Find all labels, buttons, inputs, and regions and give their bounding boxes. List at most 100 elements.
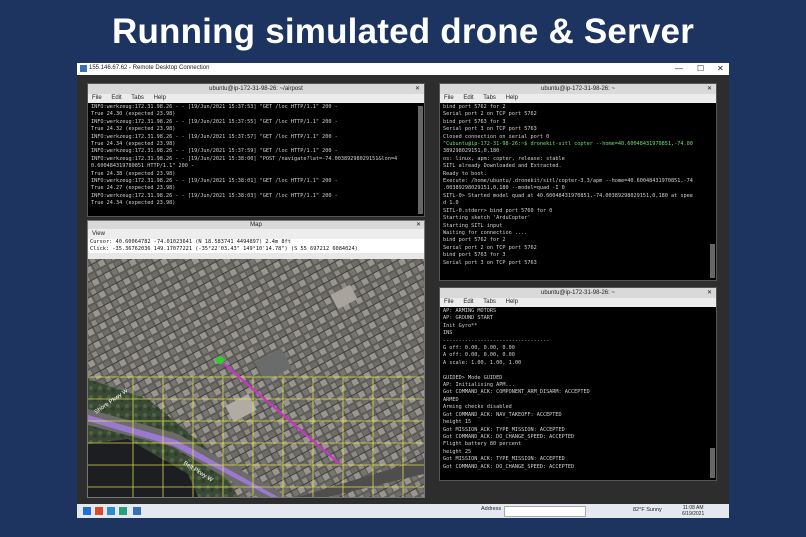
terminal-line: AP: Initialising APM... (443, 382, 515, 389)
close-icon[interactable]: ✕ (416, 221, 421, 229)
terminal-line: SITL-0.stderr> bind port 5760 for 0 (443, 207, 553, 214)
map-window[interactable]: Map ✕ View Cursor: 40.60064782 -74.01023… (87, 220, 425, 498)
remote-desktop-window: 155.146.67.62 - Remote Desktop Connectio… (77, 63, 729, 518)
terminal-line: height 25 (443, 448, 472, 455)
terminal-line: Arming checks disabled (443, 404, 512, 411)
menu-tabs[interactable]: Tabs (483, 95, 496, 101)
terminal-mavproxy[interactable]: ubuntu@ip-172-31-98-26: ~ ✕ File Edit Ta… (439, 287, 717, 481)
taskbar-clock[interactable]: 11:08 AM 6/19/2021 (682, 505, 704, 517)
terminal-line: True 24.30 (expected 23.98) (91, 111, 176, 118)
menu-file[interactable]: File (444, 95, 454, 101)
scrollbar[interactable] (710, 244, 715, 278)
terminal-line: os: linux, apm: copter, release: stable (443, 155, 565, 162)
terminal-line: GUIDED> Mode GUIDED (443, 374, 503, 381)
minimize-button[interactable]: — (675, 64, 683, 73)
click-readout: Click: -35.36762036 149.17077221 (-35°22… (90, 246, 358, 252)
menu-tabs[interactable]: Tabs (483, 299, 496, 305)
menu-edit[interactable]: Edit (463, 95, 473, 101)
close-icon[interactable]: ✕ (707, 288, 712, 298)
terminal-line: INFO:werkzeug:172.31.98.26 - - [19/Jun/2… (91, 155, 398, 162)
menu-tabs[interactable]: Tabs (131, 95, 144, 101)
terminal-titlebar[interactable]: ubuntu@ip-172-31-98-26: ~ ✕ (440, 84, 716, 94)
cursor-readout: Cursor: 40.60064782 -74.01023641 (N 18.5… (90, 239, 291, 245)
address-label: Address (481, 506, 502, 512)
terminal-line: INFO:werkzeug:172.31.98.26 - - [19/Jun/2… (91, 133, 338, 140)
slide-title: Running simulated drone & Server (111, 12, 695, 51)
terminal-titlebar[interactable]: ubuntu@ip-172-31-98-26: ~/airpost ✕ (88, 84, 424, 94)
maximize-button[interactable]: ☐ (697, 64, 704, 73)
app-icon[interactable] (95, 507, 103, 515)
menu-help[interactable]: Help (506, 299, 518, 305)
terminal-titlebar[interactable]: ubuntu@ip-172-31-98-26: ~ ✕ (440, 288, 716, 298)
terminal-line: .00389298029151,0,180 --model=quad -I 0 (443, 185, 565, 192)
rdp-app-icon (80, 65, 87, 72)
terminal-output[interactable]: bind port 5762 for 2 Serial port 2 on TCP… (440, 103, 716, 268)
terminal-line: True 24.34 (expected 23.98) (91, 200, 176, 207)
windows-taskbar: Address 82°F Sunny 11:08 AM 6/19/2021 (77, 504, 729, 518)
terminal-title: ubuntu@ip-172-31-98-26: ~/airpost (209, 86, 303, 92)
close-icon[interactable]: ✕ (707, 84, 712, 94)
app-icon[interactable] (107, 507, 115, 515)
terminal-line: Got COMMAND_ACK: DO_CHANGE_SPEED: ACCEPT… (443, 463, 575, 470)
terminal-line: Closed connection on serial port 0 (443, 133, 550, 140)
menu-edit[interactable]: Edit (111, 95, 121, 101)
close-button[interactable]: ✕ (717, 64, 724, 73)
terminal-line: Starting SITL input (443, 222, 503, 229)
menu-help[interactable]: Help (506, 95, 518, 101)
terminal-line: AP: GROUND START (443, 315, 493, 322)
terminal-line: INFO:werkzeug:172.31.98.26 - - [19/Jun/2… (91, 148, 338, 155)
terminal-line: A scale: 1.00, 1.00, 1.00 (443, 359, 522, 366)
menu-edit[interactable]: Edit (463, 299, 473, 305)
terminal-line: Got MISSION_ACK: TYPE_MISSION: ACCEPTED (443, 426, 565, 433)
address-input[interactable] (504, 506, 586, 517)
terminal-line: Got MISSION_ACK: TYPE_MISSION: ACCEPTED (443, 456, 565, 463)
terminal-menubar: File Edit Tabs Help (88, 94, 424, 103)
menu-file[interactable]: File (92, 95, 102, 101)
terminal-line: bind port 5763 for 3 (443, 118, 506, 125)
clock-date: 6/19/2021 (682, 511, 705, 517)
menu-help[interactable]: Help (154, 95, 166, 101)
terminal-line: 389298029151,0,180 (443, 148, 500, 155)
terminal-line: ---------------------------------- (443, 337, 550, 344)
terminal-menubar: File Edit Tabs Help (440, 94, 716, 103)
terminal-line: bind port 5762 for 2 (443, 104, 506, 110)
scrollbar[interactable] (710, 448, 715, 478)
terminal-line: Got COMMAND_ACK: COMPONENT_ARM_DISARM: A… (443, 389, 590, 396)
terminal-line: Got COMMAND_ACK: NAV_TAKEOFF: ACCEPTED (443, 411, 562, 418)
menu-file[interactable]: File (444, 299, 454, 305)
map-titlebar[interactable]: Map ✕ (88, 221, 424, 229)
rdp-taskbar-icon[interactable] (133, 507, 141, 515)
terminal-line: height 15 (443, 419, 472, 426)
terminal-line: INFO:werkzeug:172.31.98.26 - - [19/Jun/2… (91, 104, 338, 110)
map-canvas[interactable]: Shore Pkwy W Belt Pkwy W (88, 259, 424, 497)
terminal-line: INFO:werkzeug:172.31.98.26 - - [19/Jun/2… (91, 178, 338, 185)
terminal-line: INFO:werkzeug:172.31.98.26 - - [19/Jun/2… (91, 192, 338, 199)
terminal-line: INS (443, 330, 453, 337)
terminal-output[interactable]: AP: ARMING MOTORS AP: GROUND START Init Gy… (440, 307, 716, 472)
terminal-line: True 24.34 (expected 23.98) (91, 141, 176, 148)
start-icon[interactable] (83, 507, 91, 515)
terminal-line: Execute: /home/ubuntu/.dronekit/sitl/cop… (443, 178, 693, 185)
terminal-airpost[interactable]: ubuntu@ip-172-31-98-26: ~/airpost ✕ File… (87, 83, 425, 217)
map-view-menu[interactable]: View (88, 229, 424, 239)
rdp-title: 155.146.67.62 - Remote Desktop Connectio… (89, 65, 210, 71)
terminal-line: Serial port 2 on TCP port 5762 (443, 111, 537, 118)
terminal-sitl[interactable]: ubuntu@ip-172-31-98-26: ~ ✕ File Edit Ta… (439, 83, 717, 281)
terminal-line: Got COMMAND_ACK: DO_CHANGE_SPEED: ACCEPT… (443, 433, 575, 440)
terminal-line: Waiting for connection .... (443, 229, 528, 236)
weather-widget[interactable]: 82°F Sunny (633, 507, 662, 513)
satellite-map[interactable]: Shore Pkwy W Belt Pkwy W (88, 259, 424, 497)
scrollbar[interactable] (418, 106, 423, 214)
close-icon[interactable]: ✕ (415, 84, 420, 94)
terminal-line: bind port 5763 for 3 (443, 252, 506, 259)
terminal-line: Ready to boot. (443, 170, 487, 177)
app-icon[interactable] (119, 507, 127, 515)
terminal-line: SITL-0> Started model quad at 40.6004843… (443, 192, 693, 199)
terminal-line: Flight battery 80 percent (443, 441, 522, 448)
terminal-line: Serial port 2 on TCP port 5762 (443, 244, 537, 251)
terminal-line: True 24.32 (expected 23.98) (91, 126, 176, 133)
terminal-menubar: File Edit Tabs Help (440, 298, 716, 307)
terminal-output[interactable]: INFO:werkzeug:172.31.98.26 - - [19/Jun/2… (88, 103, 424, 209)
rdp-titlebar[interactable]: 155.146.67.62 - Remote Desktop Connectio… (77, 63, 729, 75)
